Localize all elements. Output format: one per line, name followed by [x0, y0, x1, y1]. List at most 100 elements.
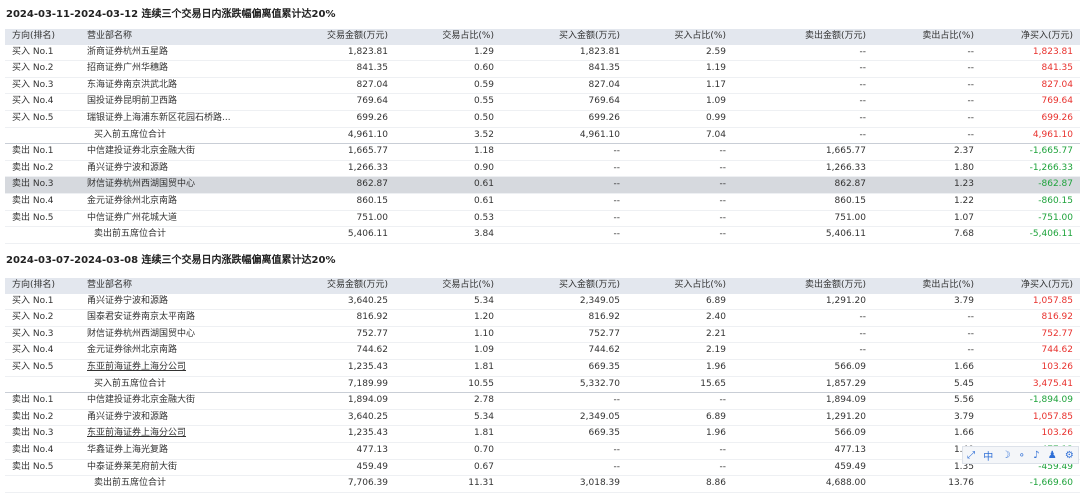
- table-row[interactable]: 买入 No.2 国泰君安证券南京太平南路 816.92 1.20 816.92 2.40 -…: [5, 310, 1080, 327]
- direction-cell: 卖出 No.4: [12, 444, 54, 455]
- amount-cell: 477.13: [356, 444, 389, 455]
- buy-ratio-cell: --: [719, 212, 727, 223]
- ratio-cell: 3.84: [473, 229, 494, 240]
- amount-cell: 862.87: [356, 179, 389, 190]
- net-cell: -5,406.11: [1029, 229, 1073, 240]
- branch-cell[interactable]: 买入前五席位合计: [80, 376, 265, 393]
- branch-cell[interactable]: 国投证券昆明前卫西路: [80, 94, 265, 111]
- buy-cell: 827.04: [588, 79, 621, 90]
- sell-ratio-cell: 1.07: [953, 212, 974, 223]
- moon-icon[interactable]: ☽: [1002, 450, 1011, 461]
- table-row[interactable]: 买入 No.2 招商证券广州华穗路 841.35 0.60 841.35 1.19 -- --…: [5, 61, 1080, 78]
- branch-link[interactable]: 东亚前海证券上海分公司: [87, 362, 186, 372]
- branch-cell[interactable]: 金元证券徐州北京南路: [80, 343, 265, 360]
- table-row[interactable]: 卖出 No.2 甬兴证券宁波和源路 1,266.33 0.90 -- -- 1,266.33…: [5, 160, 1080, 177]
- table-row[interactable]: 买入 No.4 国投证券昆明前卫西路 769.64 0.55 769.64 1.09 -- -…: [5, 94, 1080, 111]
- amount-cell: 769.64: [356, 96, 389, 107]
- table-row[interactable]: 卖出 No.1 中信建投证券北京金融大街 1,665.77 1.18 -- -- 1,665…: [5, 144, 1080, 161]
- buy-ratio-cell: 2.21: [705, 328, 726, 339]
- net-cell: 1,823.81: [1032, 46, 1073, 57]
- total-row[interactable]: 卖出前五席位合计 7,706.39 11.31 3,018.39 8.86 4,688.0…: [5, 476, 1080, 493]
- branch-cell[interactable]: 甬兴证券宁波和源路: [80, 409, 265, 426]
- sell-ratio-cell: --: [967, 312, 975, 323]
- table-row[interactable]: 买入 No.3 东海证券南京洪武北路 827.04 0.59 827.04 1.17 -- -…: [5, 77, 1080, 94]
- branch-cell[interactable]: 甬兴证券宁波和源路: [80, 294, 265, 310]
- net-cell: 4,961.10: [1032, 129, 1073, 140]
- branch-cell[interactable]: 东亚前海证券上海分公司: [80, 359, 265, 376]
- sell-ratio-cell: 3.79: [953, 411, 974, 422]
- sell-cell: --: [859, 312, 867, 323]
- branch-cell[interactable]: 卖出前五席位合计: [80, 227, 265, 244]
- branch-cell[interactable]: 东海证券南京洪武北路: [80, 77, 265, 94]
- table-row[interactable]: 卖出 No.4 金元证券徐州北京南路 860.15 0.61 -- -- 860.15 1.2…: [5, 193, 1080, 211]
- section-2-title: 2024-03-07-2024-03-08 连续三个交易日内涨跌幅偏离值累计达2…: [6, 255, 336, 266]
- table-row[interactable]: 买入 No.5 瑞银证券上海浦东新区花园石桥路... 699.26 0.50 699.2…: [5, 110, 1080, 128]
- branch-cell[interactable]: 招商证券广州华穗路: [80, 61, 265, 78]
- total-row[interactable]: 卖出前五席位合计 5,406.11 3.84 -- -- 5,406.11 7.68 -5,4…: [5, 227, 1080, 244]
- branch-cell[interactable]: 中信建投证券北京金融大街: [80, 393, 265, 410]
- sell-ratio-cell: --: [967, 46, 975, 57]
- branch-cell[interactable]: 买入前五席位合计: [80, 127, 265, 144]
- table-row[interactable]: 卖出 No.2 甬兴证券宁波和源路 3,640.25 5.34 2,349.05 6.89…: [5, 409, 1080, 426]
- sell-ratio-cell: 7.68: [953, 229, 974, 240]
- expand-icon[interactable]: ⤢: [967, 450, 975, 461]
- net-cell: 699.26: [1041, 112, 1074, 123]
- direction-cell: 买入 No.1: [12, 295, 54, 306]
- header-net: 净买入(万元): [1020, 280, 1073, 290]
- net-cell: -1,665.77: [1029, 146, 1073, 157]
- table-row[interactable]: 买入 No.1 甬兴证券宁波和源路 3,640.25 5.34 2,349.05 6.89…: [5, 294, 1080, 310]
- amount-cell: 744.62: [356, 345, 389, 356]
- direction-cell: 卖出 No.3: [12, 428, 54, 439]
- header-sell-ratio: 卖出占比(%): [922, 31, 974, 41]
- branch-cell[interactable]: 中信证券广州花城大道: [80, 210, 265, 227]
- sell-ratio-cell: --: [967, 96, 975, 107]
- branch-cell[interactable]: 浙商证券杭州五星路: [80, 45, 265, 61]
- branch-cell[interactable]: 华鑫证券上海光复路: [80, 442, 265, 459]
- sell-cell: 862.87: [834, 179, 867, 190]
- amount-cell: 751.00: [356, 212, 389, 223]
- buy-cell: 841.35: [588, 63, 621, 74]
- table-row[interactable]: 卖出 No.3 财信证券杭州西湖国贸中心 862.87 0.61 -- -- 862.87 1…: [5, 176, 1080, 194]
- branch-cell[interactable]: 国泰君安证券南京太平南路: [80, 310, 265, 327]
- branch-cell[interactable]: 金元证券徐州北京南路: [80, 193, 265, 210]
- branch-cell[interactable]: 中泰证券莱芜府前大街: [80, 459, 265, 476]
- total-row[interactable]: 买入前五席位合计 4,961.10 3.52 4,961.10 7.04 -- -- 4,96…: [5, 127, 1080, 144]
- branch-link[interactable]: 东亚前海证券上海分公司: [87, 428, 186, 438]
- table-row[interactable]: 买入 No.3 财信证券杭州西湖国贸中心 752.77 1.10 752.77 2.21 -…: [5, 326, 1080, 343]
- table-row[interactable]: 卖出 No.3 东亚前海证券上海分公司 1,235.43 1.81 669.35 1.96…: [5, 426, 1080, 443]
- table-row[interactable]: 卖出 No.5 中泰证券莱芜府前大街 459.49 0.67 -- -- 459.49 1.3…: [5, 459, 1080, 476]
- branch-cell[interactable]: 卖出前五席位合计: [80, 476, 265, 493]
- branch-cell[interactable]: 东亚前海证券上海分公司: [80, 426, 265, 443]
- sell-cell: 1,291.20: [825, 295, 866, 306]
- table-row[interactable]: 卖出 No.4华鑫证券上海光复路477.130.70----477.131.40…: [5, 442, 1080, 460]
- net-cell: -1,894.09: [1029, 395, 1073, 406]
- buy-ratio-cell: --: [719, 444, 727, 455]
- table-row[interactable]: 买入 No.5 东亚前海证券上海分公司 1,235.43 1.81 669.35 1.96…: [5, 359, 1080, 377]
- amount-cell: 752.77: [356, 328, 389, 339]
- header-sell-ratio: 卖出占比(%): [922, 280, 974, 290]
- table-header: 方向(排名) 营业部名称 交易金额(万元) 交易占比(%) 买入金额(万元) 买…: [5, 278, 1080, 294]
- shirt-icon[interactable]: ♟: [1048, 450, 1057, 461]
- branch-cell[interactable]: 甬兴证券宁波和源路: [80, 160, 265, 177]
- branch-cell[interactable]: 中信建投证券北京金融大街: [80, 144, 265, 161]
- table-row[interactable]: 卖出 No.1 中信建投证券北京金融大街 1,894.09 2.78 -- -- 1,894…: [5, 393, 1080, 410]
- table-row[interactable]: 卖出 No.5 中信证券广州花城大道 751.00 0.53 -- -- 751.00 1.0…: [5, 210, 1080, 227]
- branch-cell[interactable]: 瑞银证券上海浦东新区花园石桥路...: [80, 110, 265, 127]
- total-row[interactable]: 买入前五席位合计 7,189.99 10.55 5,332.70 15.65 1,857.…: [5, 376, 1080, 393]
- language-icon[interactable]: 中: [983, 448, 993, 463]
- gear-icon[interactable]: ⚙: [1065, 450, 1074, 461]
- header-amount: 交易金额(万元): [326, 280, 388, 290]
- direction-cell: 卖出 No.1: [12, 146, 54, 157]
- dots-icon[interactable]: ∘: [1019, 450, 1025, 461]
- branch-cell[interactable]: 财信证券杭州西湖国贸中心: [80, 177, 265, 194]
- sell-cell: --: [859, 345, 867, 356]
- direction-cell: 买入 No.4: [12, 345, 54, 356]
- table-row[interactable]: 买入 No.4 金元证券徐州北京南路 744.62 1.09 744.62 2.19 -- -…: [5, 343, 1080, 360]
- header-buy: 买入金额(万元): [558, 280, 620, 290]
- mic-icon[interactable]: ♪: [1033, 450, 1039, 461]
- sell-cell: 1,266.33: [825, 162, 866, 173]
- header-ratio: 交易占比(%): [442, 31, 494, 41]
- direction-cell: 卖出 No.3: [12, 179, 54, 190]
- table-row[interactable]: 买入 No.1 浙商证券杭州五星路 1,823.81 1.29 1,823.81 2.59…: [5, 45, 1080, 61]
- branch-cell[interactable]: 财信证券杭州西湖国贸中心: [80, 326, 265, 343]
